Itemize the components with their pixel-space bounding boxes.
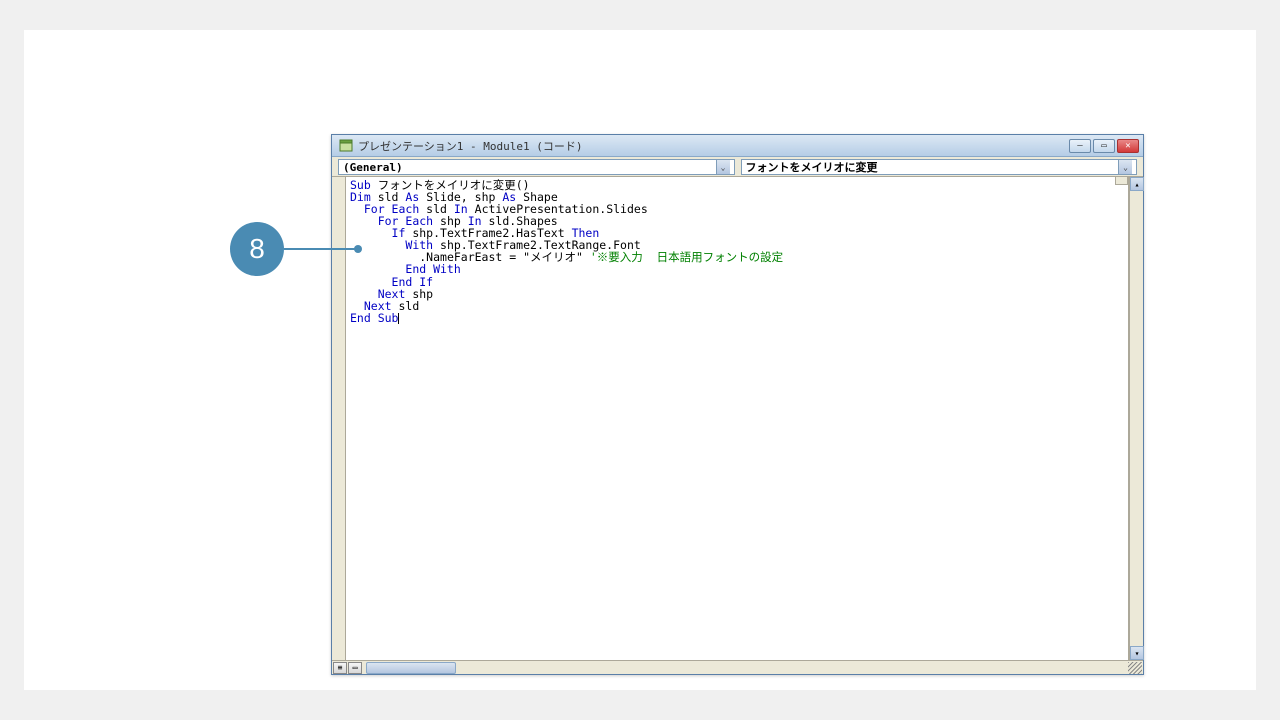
window-title: プレゼンテーション1 - Module1 (コード) — [358, 138, 1069, 154]
object-dropdown-value: (General) — [343, 161, 403, 174]
code-line[interactable]: End With — [350, 263, 1124, 275]
module-icon — [338, 138, 354, 154]
full-module-view-button[interactable]: ▭ — [348, 662, 362, 674]
scroll-down-button[interactable]: ▾ — [1130, 646, 1144, 660]
bottom-bar: ≡ ▭ — [332, 660, 1143, 674]
code-text[interactable]: Sub フォントをメイリオに変更()Dim sld As Slide, shp … — [346, 177, 1128, 326]
code-line[interactable]: Next shp — [350, 288, 1124, 300]
chevron-down-icon: ⌄ — [1118, 160, 1132, 174]
content-canvas: 8 プレゼンテーション1 - Module1 (コード) — ▭ ✕ (Gene… — [24, 30, 1256, 690]
code-line[interactable]: .NameFarEast = "メイリオ" '※要入力 日本語用フォントの設定 — [350, 251, 1124, 263]
procedure-dropdown-value: フォントをメイリオに変更 — [746, 159, 878, 175]
close-button[interactable]: ✕ — [1117, 139, 1139, 153]
horizontal-scroll-thumb[interactable] — [366, 662, 456, 674]
code-line[interactable]: End If — [350, 276, 1124, 288]
code-line[interactable]: Next sld — [350, 300, 1124, 312]
step-number: 8 — [249, 233, 265, 265]
vba-code-window: プレゼンテーション1 - Module1 (コード) — ▭ ✕ (Genera… — [331, 134, 1144, 675]
maximize-button[interactable]: ▭ — [1093, 139, 1115, 153]
scroll-up-button[interactable]: ▴ — [1130, 177, 1144, 191]
callout-endpoint — [354, 245, 362, 253]
text-cursor — [398, 313, 399, 324]
chevron-down-icon: ⌄ — [716, 160, 730, 174]
code-pane-wrapper: Sub フォントをメイリオに変更()Dim sld As Slide, shp … — [332, 177, 1143, 660]
procedure-dropdown[interactable]: フォントをメイリオに変更 ⌄ — [741, 159, 1138, 175]
titlebar[interactable]: プレゼンテーション1 - Module1 (コード) — ▭ ✕ — [332, 135, 1143, 157]
code-editor[interactable]: Sub フォントをメイリオに変更()Dim sld As Slide, shp … — [346, 177, 1129, 660]
split-handle[interactable] — [1115, 177, 1128, 185]
procedure-view-button[interactable]: ≡ — [333, 662, 347, 674]
code-navigation-bar: (General) ⌄ フォントをメイリオに変更 ⌄ — [332, 157, 1143, 177]
minimize-button[interactable]: — — [1069, 139, 1091, 153]
object-dropdown[interactable]: (General) ⌄ — [338, 159, 735, 175]
step-badge: 8 — [230, 222, 284, 276]
callout-connector — [284, 248, 357, 250]
code-line[interactable]: End Sub — [350, 312, 1124, 324]
window-controls: — ▭ ✕ — [1069, 139, 1141, 153]
horizontal-scrollbar[interactable] — [366, 662, 1128, 674]
resize-grip[interactable] — [1128, 662, 1142, 674]
vertical-scrollbar[interactable]: ▴ ▾ — [1129, 177, 1143, 660]
